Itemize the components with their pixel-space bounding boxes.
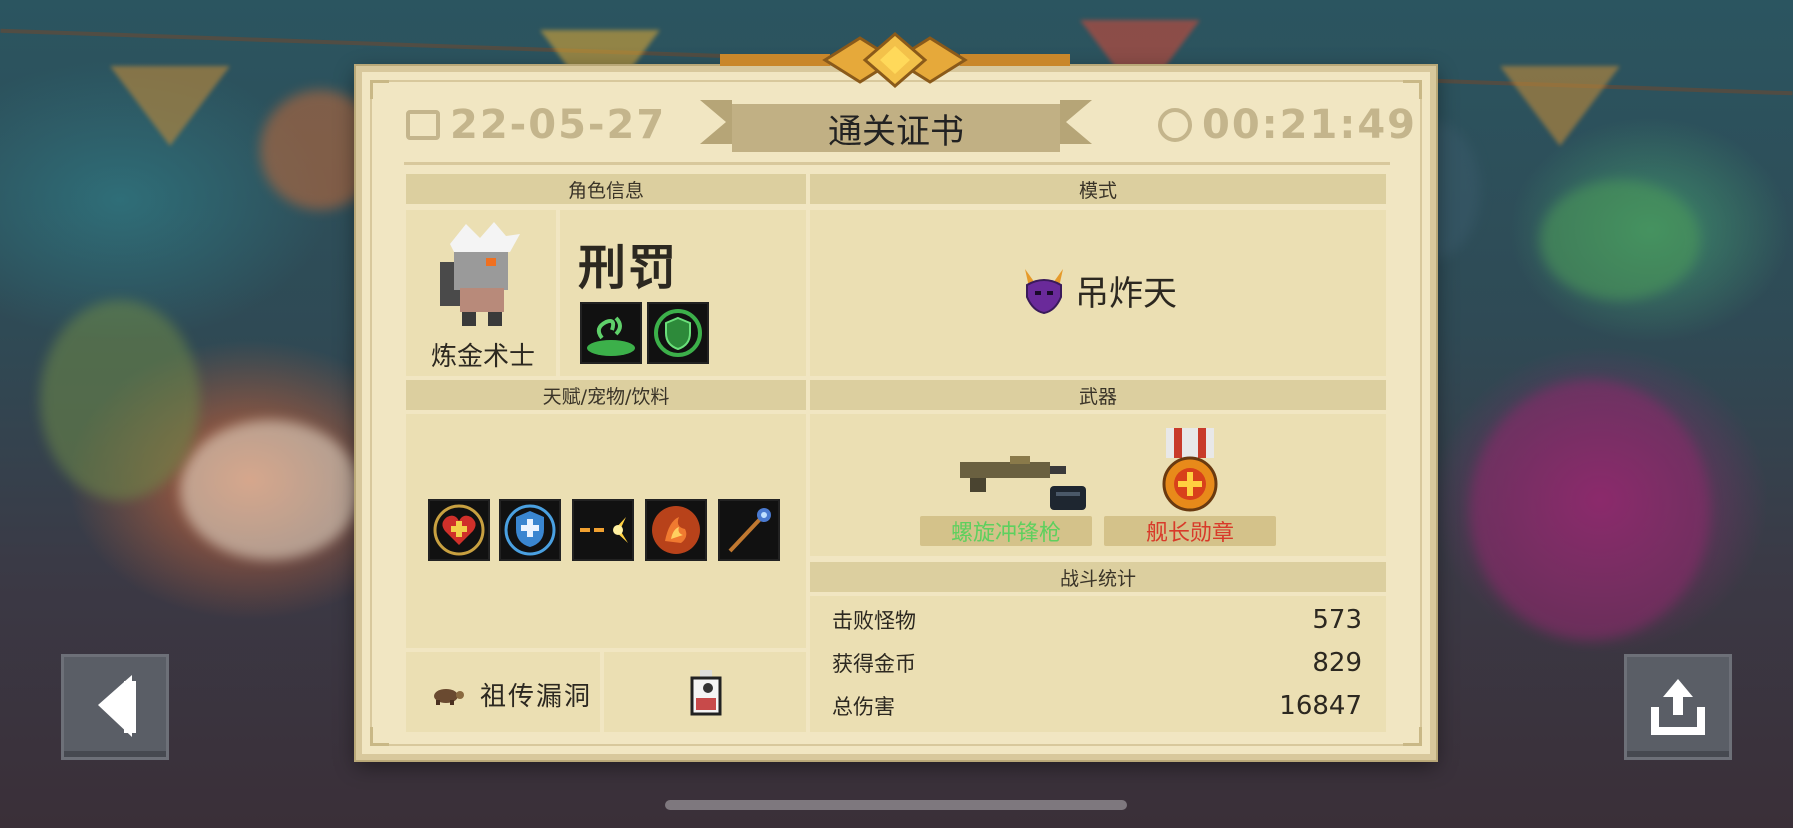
ribbon-tail-right [1060,100,1092,144]
stat-value: 829 [1312,648,1362,678]
certificate-title: 通关证书 [732,104,1060,152]
skill-name: 刑罚 [578,240,679,296]
mode-display: 吊炸天 [810,260,1386,320]
stat-row-damage: 总伤害 16847 [832,686,1362,726]
stat-value: 573 [1312,605,1362,635]
calendar-icon [406,110,440,140]
fire-claw-icon [645,499,707,561]
green-shield-icon [647,302,709,364]
time-text: 00:21:49 [1202,102,1417,148]
corner-ornament [1403,727,1422,746]
back-button[interactable] [61,654,169,760]
back-arrow-icon [98,675,136,737]
ribbon-tail-left [700,100,732,144]
potion-bottle-icon [690,670,722,716]
magic-staff-icon [718,499,780,561]
clock-icon [1158,108,1192,142]
share-button[interactable] [1624,654,1732,760]
alchemist-sprite-icon [440,222,520,326]
buffs-header: 天赋/宠物/饮料 [406,380,806,410]
corner-ornament [370,727,389,746]
heart-plus-icon [428,499,490,561]
date-text: 22-05-27 [450,102,667,148]
bullet-spark-icon [572,499,634,561]
stat-label: 击败怪物 [832,609,916,633]
stat-row-gold: 获得金币 829 [832,643,1362,683]
stats-header: 战斗统计 [810,562,1386,592]
weapons-panel [810,414,1386,556]
corner-ornament [370,80,389,99]
pet-name: 祖传漏洞 [480,682,593,712]
stat-label: 总伤害 [832,695,895,719]
stat-value: 16847 [1279,691,1362,721]
turtle-icon [434,689,464,705]
weapons-header: 武器 [810,380,1386,410]
poison-vortex-icon [580,302,642,364]
stat-label: 获得金币 [832,652,916,676]
home-indicator[interactable] [665,800,1127,810]
character-info-header: 角色信息 [406,174,806,204]
share-icon [1651,679,1705,735]
gold-crest-icon [720,32,1070,88]
date-display: 22-05-27 [406,92,666,158]
captain-medal-icon [1162,428,1218,512]
character-class-name: 炼金术士 [430,342,535,372]
time-display: 00:21:49 [1158,92,1417,158]
stat-row-kills: 击败怪物 573 [832,600,1362,640]
smg-gun-icon [960,456,1086,510]
weapon-1-label: 螺旋冲锋枪 [920,516,1092,546]
weapon-2-label: 舰长勋章 [1104,516,1276,546]
shield-plus-icon [499,499,561,561]
mode-header: 模式 [810,174,1386,204]
horned-devil-icon [1025,269,1063,315]
divider [404,162,1390,165]
mode-name: 吊炸天 [1075,273,1177,314]
